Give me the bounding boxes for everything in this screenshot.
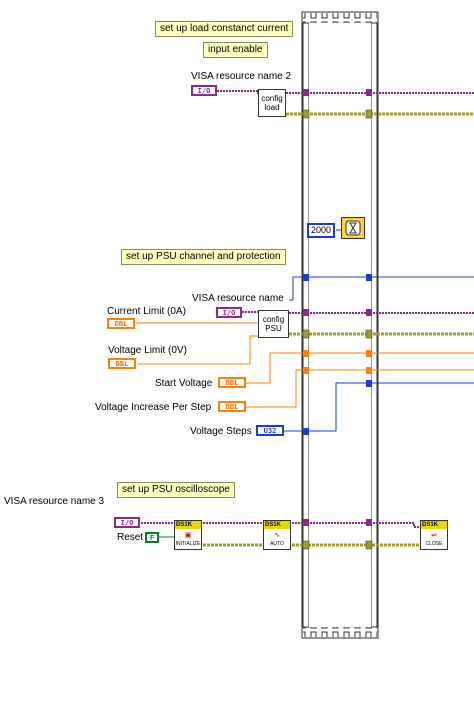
dbl-terminal-voltage-increase[interactable]: DBL [218, 401, 246, 412]
diagram-wires [136, 11, 474, 639]
visa-terminal-2[interactable]: I/O [191, 85, 217, 96]
label-current-limit: Current Limit (0A) [107, 306, 186, 317]
config-psu-subvi[interactable]: config PSU [258, 310, 289, 338]
label-visa-psu: VISA resource name [192, 293, 284, 304]
ds1k-brand: DS1K [264, 521, 290, 529]
ds1k-initialize-subvi[interactable]: DS1K ▣ INITIALIZE [174, 520, 202, 550]
note-load: set up load constanct current [155, 21, 294, 37]
scope-icon: ▣ [184, 532, 192, 539]
ds1k-auto-subvi[interactable]: DS1K ∿ AUTO [263, 520, 291, 550]
note-psu: set up PSU channel and protection [121, 249, 286, 265]
visa-terminal-psu[interactable]: I/O [216, 307, 242, 318]
label-reset: Reset [117, 532, 144, 543]
label-visa-3: VISA resource name 3 [4, 496, 105, 507]
ds1k-brand: DS1K [175, 521, 201, 529]
initialize-caption: INITIALIZE [175, 541, 201, 547]
bool-terminal-reset[interactable]: F [145, 532, 159, 543]
dbl-terminal-start-voltage[interactable]: DBL [218, 377, 246, 388]
ds1k-brand: DS1K [421, 521, 447, 529]
auto-caption: AUTO [270, 541, 284, 547]
wait-ms-constant[interactable]: 2000 [307, 223, 336, 238]
label-voltage-steps: Voltage Steps [190, 426, 252, 437]
close-caption: CLOSE [425, 541, 443, 547]
u32-terminal-voltage-steps[interactable]: U32 [256, 425, 284, 436]
close-scope-icon: ⇌ [431, 532, 437, 539]
label-voltage-limit: Voltage Limit (0V) [108, 345, 187, 356]
label-start-voltage: Start Voltage [155, 378, 213, 389]
waveform-icon: ∿ [274, 532, 280, 539]
dbl-terminal-current-limit[interactable]: DBL [107, 318, 135, 329]
dbl-terminal-voltage-limit[interactable]: DBL [108, 358, 136, 369]
label-voltage-increase: Voltage Increase Per Step [95, 402, 212, 413]
label-visa-2: VISA resource name 2 [191, 71, 292, 82]
wait-clock-icon[interactable] [341, 217, 365, 239]
ds1k-close-subvi[interactable]: DS1K ⇌ CLOSE [420, 520, 448, 550]
wait-clock-glyph-icon [345, 220, 361, 236]
note-input-enable: input enable [203, 42, 268, 58]
config-load-subvi[interactable]: config load [258, 89, 286, 117]
note-osc: set up PSU oscilloscope [117, 482, 235, 498]
visa-terminal-3[interactable]: I/O [114, 517, 140, 528]
